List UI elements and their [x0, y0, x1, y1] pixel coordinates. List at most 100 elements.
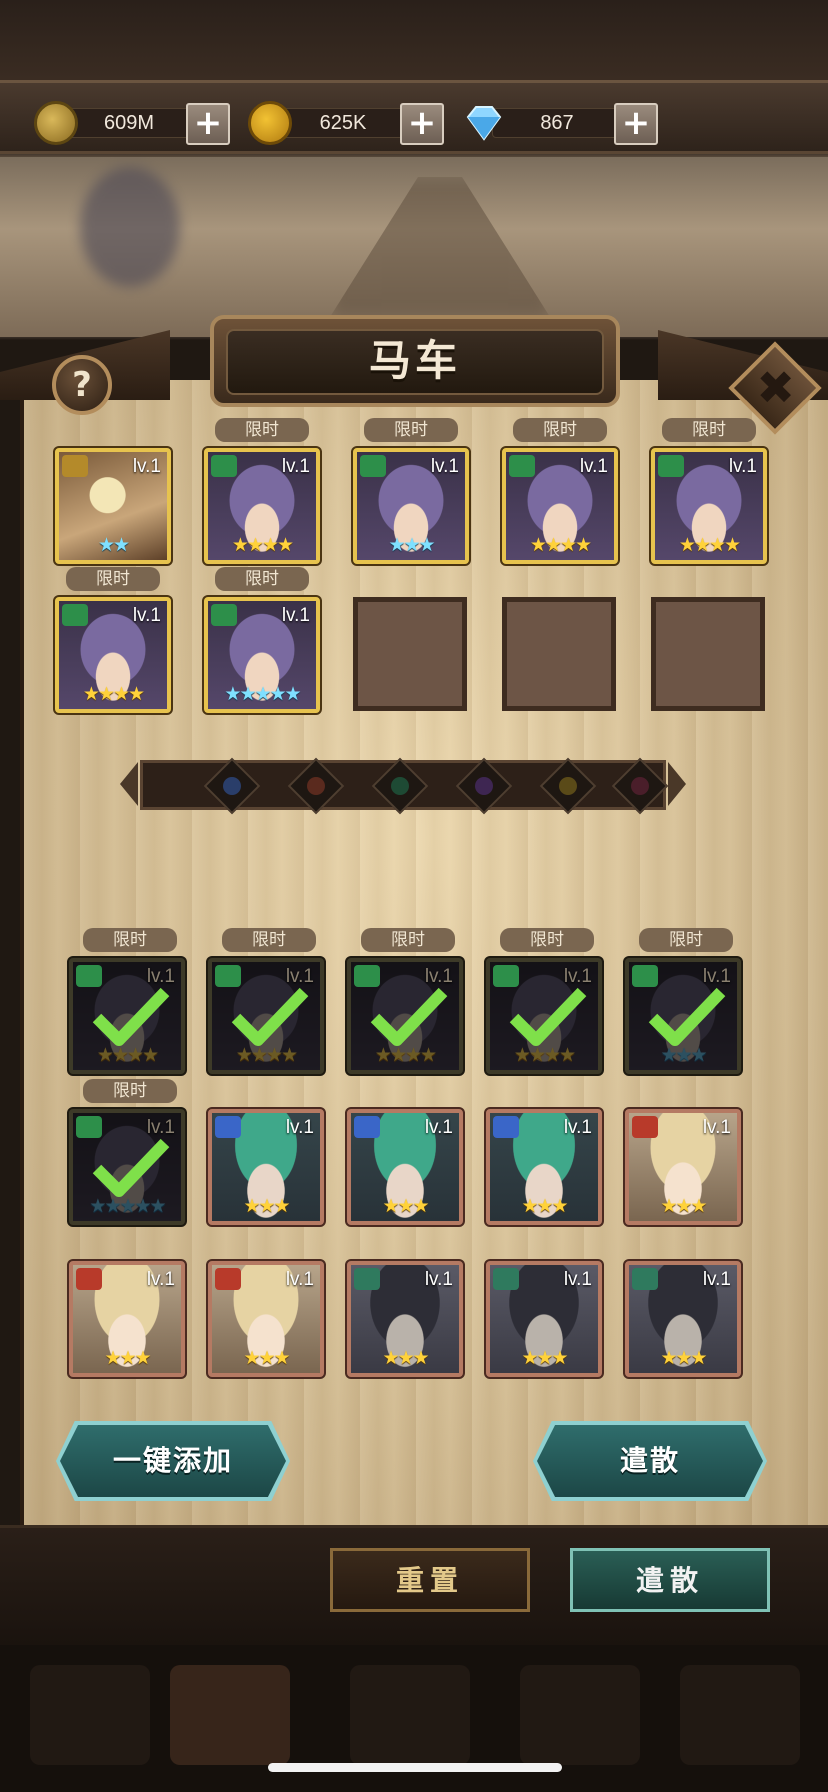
class-badge-icon: [211, 604, 237, 626]
hero-level: lv.1: [702, 1117, 731, 1138]
hero-level: lv.1: [281, 605, 310, 626]
limited-tag: 限时: [215, 418, 309, 442]
hero-level: lv.1: [424, 1117, 453, 1138]
pool-hero-card[interactable]: lv.1 ★★★★: [69, 958, 185, 1074]
add-diamond-button[interactable]: +: [614, 103, 658, 145]
class-badge-icon: [509, 455, 535, 477]
selected-hero-card[interactable]: lv.1 ★★★★: [55, 597, 171, 713]
class-badge-icon: [76, 1268, 102, 1290]
gear-amount: 625K: [319, 112, 367, 134]
pool-hero-card[interactable]: lv.1 ★★★: [208, 1109, 324, 1225]
help-button[interactable]: ?: [52, 355, 112, 415]
checkmark-icon: [92, 1138, 170, 1197]
checkmark-icon: [648, 987, 726, 1046]
limited-tag: 限时: [662, 418, 756, 442]
hero-level: lv.1: [579, 456, 608, 477]
tab-carriage[interactable]: [170, 1665, 290, 1765]
limited-tag: 限时: [639, 928, 733, 952]
star-rating: ★★★★: [678, 534, 741, 556]
reset-button[interactable]: 重置: [330, 1548, 530, 1612]
checkmark-icon: [231, 987, 309, 1046]
gold-coin-icon: [34, 101, 78, 145]
filter-right-arrow-icon[interactable]: [668, 762, 686, 806]
add-gear-button[interactable]: +: [400, 103, 444, 145]
limited-tag: 限时: [513, 418, 607, 442]
hero-level: lv.1: [285, 1117, 314, 1138]
star-rating: ★★★★: [529, 534, 592, 556]
star-rating: ★★★: [660, 1195, 707, 1217]
star-rating: ★★: [97, 534, 130, 556]
star-rating: ★★★★★: [224, 683, 301, 705]
class-badge-icon: [215, 1268, 241, 1290]
pool-hero-card[interactable]: lv.1 ★★★: [347, 1109, 463, 1225]
empty-hero-slot[interactable]: [651, 597, 765, 711]
pool-hero-card[interactable]: lv.1 ★★★: [625, 958, 741, 1074]
tab-heroes[interactable]: [30, 1665, 150, 1765]
star-rating: ★★★: [243, 1347, 290, 1369]
limited-tag: 限时: [500, 928, 594, 952]
limited-tag: 限时: [66, 567, 160, 591]
limited-tag: 限时: [83, 928, 177, 952]
class-badge-icon: [62, 455, 88, 477]
star-rating: ★★★: [382, 1195, 429, 1217]
selected-hero-card[interactable]: lv.1 ★★★★: [651, 448, 767, 564]
limited-tag: 限时: [215, 567, 309, 591]
tab-skills[interactable]: [520, 1665, 640, 1765]
checkmark-icon: [509, 987, 587, 1046]
pool-hero-card[interactable]: lv.1 ★★★★: [486, 958, 602, 1074]
empty-hero-slot[interactable]: [353, 597, 467, 711]
hero-level: lv.1: [563, 1117, 592, 1138]
selected-hero-card[interactable]: lv.1 ★★: [55, 448, 171, 564]
hero-level: lv.1: [132, 605, 161, 626]
add-gold-button[interactable]: +: [186, 103, 230, 145]
home-indicator[interactable]: [268, 1763, 562, 1772]
pool-hero-card[interactable]: lv.1 ★★★: [625, 1109, 741, 1225]
pool-hero-card[interactable]: lv.1 ★★★★: [208, 958, 324, 1074]
selected-hero-card[interactable]: lv.1 ★★★★: [204, 448, 320, 564]
pool-hero-card[interactable]: lv.1 ★★★★: [347, 958, 463, 1074]
pool-hero-card[interactable]: lv.1 ★★★: [486, 1261, 602, 1377]
selected-hero-card[interactable]: lv.1 ★★★: [353, 448, 469, 564]
selected-hero-card[interactable]: lv.1 ★★★★★: [204, 597, 320, 713]
limited-tag: 限时: [83, 1079, 177, 1103]
screen: 609M + 625K + 867 + 马车 ? ✖ lv.1 ★★ 限时 lv.1: [0, 0, 828, 1792]
star-rating: ★★★★: [231, 534, 294, 556]
checkmark-icon: [92, 987, 170, 1046]
pool-hero-card[interactable]: lv.1 ★★★: [69, 1261, 185, 1377]
star-rating: ★★★: [243, 1195, 290, 1217]
class-badge-icon: [493, 1116, 519, 1138]
tab-shop[interactable]: [680, 1665, 800, 1765]
resource-bar: 609M + 625K + 867 +: [0, 80, 828, 154]
empty-hero-slot[interactable]: [502, 597, 616, 711]
pool-hero-card[interactable]: lv.1 ★★★★★: [69, 1109, 185, 1225]
dismiss-button[interactable]: 遣散: [570, 1548, 770, 1612]
element-filter-bar: [120, 752, 686, 818]
diamond-icon: [466, 106, 502, 141]
hero-level: lv.1: [430, 456, 459, 477]
star-rating: ★★★: [104, 1347, 151, 1369]
star-rating: ★★★: [521, 1347, 568, 1369]
pool-hero-card[interactable]: lv.1 ★★★: [625, 1261, 741, 1377]
pool-hero-card[interactable]: lv.1 ★★★: [347, 1261, 463, 1377]
gold-resource: 609M +: [34, 101, 234, 145]
title-banner: 马车: [150, 305, 680, 415]
filter-left-arrow-icon[interactable]: [120, 762, 138, 806]
pool-hero-card[interactable]: lv.1 ★★★: [208, 1261, 324, 1377]
class-badge-icon: [62, 604, 88, 626]
tab-equipment[interactable]: [350, 1665, 470, 1765]
limited-tag: 限时: [361, 928, 455, 952]
class-badge-icon: [658, 455, 684, 477]
class-badge-icon: [215, 1116, 241, 1138]
diamond-amount: 867: [540, 112, 574, 134]
close-icon: ✖: [756, 360, 795, 415]
auto-add-button[interactable]: 一键添加: [60, 1425, 286, 1497]
pool-hero-card[interactable]: lv.1 ★★★: [486, 1109, 602, 1225]
class-badge-icon: [632, 1116, 658, 1138]
hero-level: lv.1: [132, 456, 161, 477]
gold-amount: 609M: [103, 112, 155, 134]
checkmark-icon: [370, 987, 448, 1046]
dismiss-selected-button[interactable]: 遣散: [537, 1425, 763, 1497]
star-rating: ★★★: [388, 534, 435, 556]
selected-hero-card[interactable]: lv.1 ★★★★: [502, 448, 618, 564]
class-badge-icon: [354, 1116, 380, 1138]
